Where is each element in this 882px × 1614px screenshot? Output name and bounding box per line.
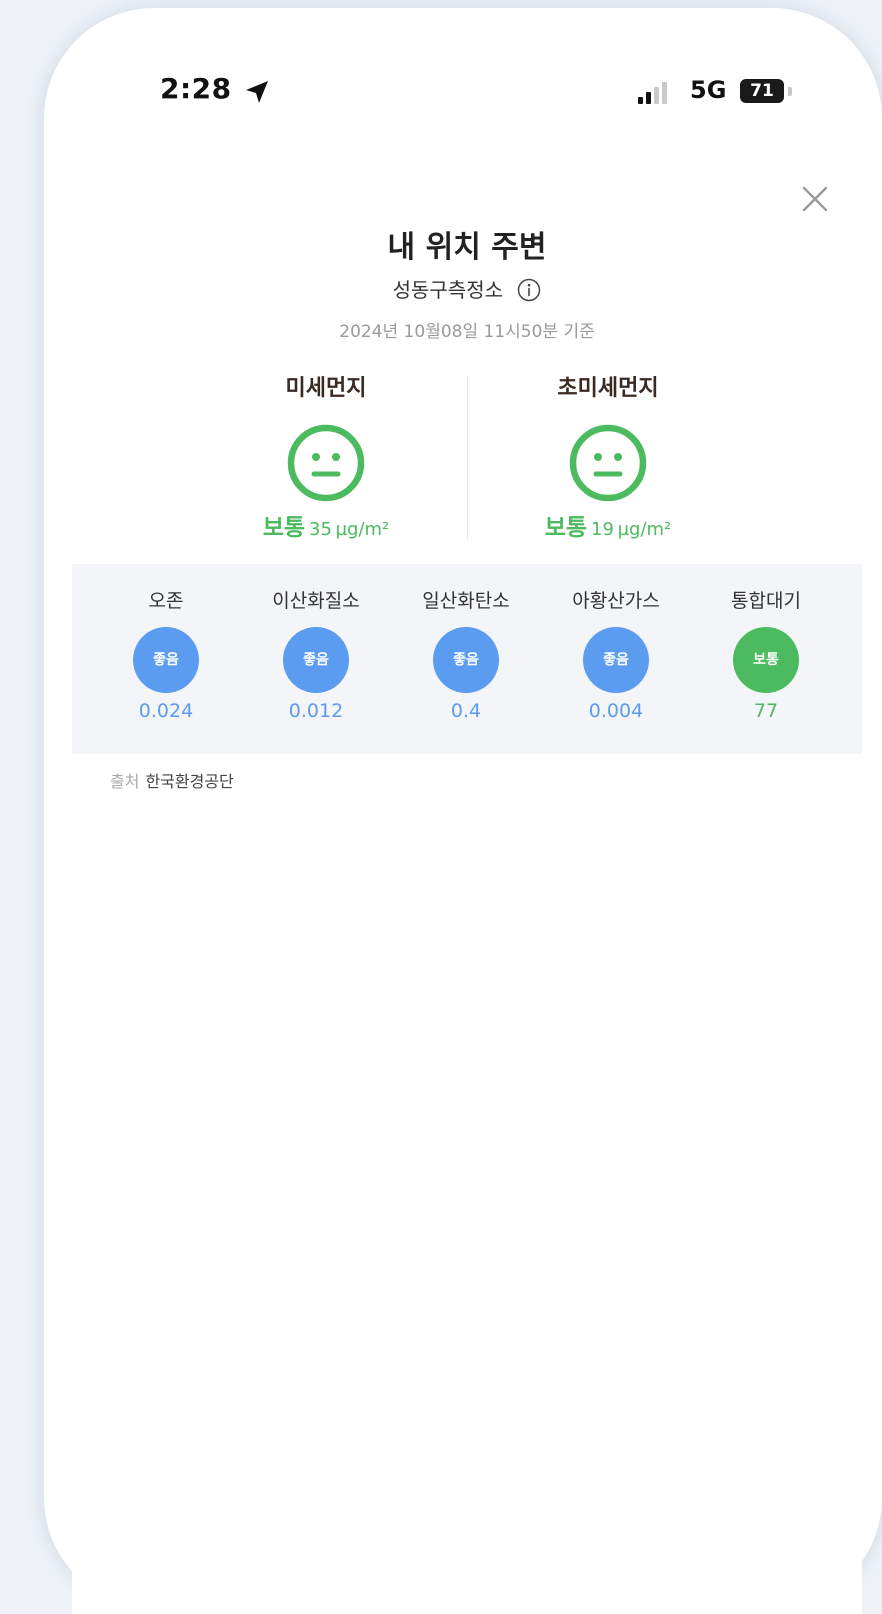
pollutant-sulfur-dioxide: 아황산가스 좋음 0.004: [541, 564, 691, 722]
status-bar: 2:28 5G 71: [72, 34, 862, 144]
fine-dust-panel: 미세먼지 보통 35 µg/m²: [206, 370, 446, 542]
pollutant-name: 아황산가스: [572, 590, 660, 612]
neutral-face-icon: [569, 424, 647, 502]
fine-dust-unit: µg/m²: [335, 519, 390, 540]
close-icon[interactable]: [796, 180, 834, 218]
location-arrow-icon: [246, 81, 268, 103]
dust-divider: [467, 376, 468, 540]
ultrafine-dust-grade: 보통: [544, 515, 588, 541]
pollutant-name: 이산화질소: [272, 590, 360, 612]
pollutant-carbon-monoxide: 일산화탄소 좋음 0.4: [391, 564, 541, 722]
pollutant-band: 오존 좋음 0.024 이산화질소 좋음 0.012 일산화탄소 좋음 0.4 …: [72, 564, 862, 754]
pollutant-nitrogen-dioxide: 이산화질소 좋음 0.012: [241, 564, 391, 722]
pollutant-name: 오존: [148, 590, 184, 612]
info-icon[interactable]: [517, 278, 541, 302]
pollutant-grade-badge: 좋음: [583, 627, 649, 693]
pollutant-grade-badge: 좋음: [283, 627, 349, 693]
neutral-face-icon: [287, 424, 365, 502]
source-name: 한국환경공단: [145, 772, 234, 791]
pollutant-ozone: 오존 좋음 0.024: [91, 564, 241, 722]
ultrafine-dust-number: 19: [591, 519, 614, 540]
fine-dust-label: 미세먼지: [285, 376, 367, 401]
fine-dust-grade: 보통: [262, 515, 306, 541]
battery-cap: [788, 87, 792, 96]
ultrafine-dust-unit: µg/m²: [617, 519, 672, 540]
pollutant-value: 0.004: [588, 700, 644, 722]
station-row: 성동구측정소: [72, 274, 862, 303]
status-time: 2:28: [160, 72, 232, 105]
fine-dust-number: 35: [309, 519, 332, 540]
station-name: 성동구측정소: [392, 278, 504, 302]
pollutant-grade-badge: 좋음: [433, 627, 499, 693]
pollutant-value: 77: [753, 700, 779, 722]
pollutant-name: 일산화탄소: [422, 590, 510, 612]
network-type: 5G: [690, 76, 727, 104]
pollutant-name: 통합대기: [731, 590, 801, 612]
pollutant-integrated-air: 통합대기 보통 77: [691, 564, 841, 722]
pollutant-value: 0.024: [138, 700, 194, 722]
pollutant-grade-badge: 보통: [733, 627, 799, 693]
data-source: 출처 한국환경공단: [110, 768, 234, 792]
signal-strength-icon: [638, 80, 674, 104]
source-label: 출처: [110, 772, 140, 791]
fine-dust-value: 보통 35 µg/m²: [206, 508, 446, 542]
pollutant-grade-badge: 좋음: [133, 627, 199, 693]
pollutant-value: 0.4: [450, 700, 482, 722]
pollutant-value: 0.012: [288, 700, 344, 722]
ultrafine-dust-value: 보통 19 µg/m²: [488, 508, 728, 542]
battery-icon: 71: [740, 79, 784, 103]
screen: 2:28 5G 71 내 위치 주변 성동구측정소 2024년 10월08일 1…: [72, 34, 862, 1614]
page-title: 내 위치 주변: [387, 230, 547, 265]
ultrafine-dust-label: 초미세먼지: [557, 376, 659, 401]
measurement-timestamp: 2024년 10월08일 11시50분 기준: [339, 322, 595, 342]
ultrafine-dust-panel: 초미세먼지 보통 19 µg/m²: [488, 370, 728, 542]
